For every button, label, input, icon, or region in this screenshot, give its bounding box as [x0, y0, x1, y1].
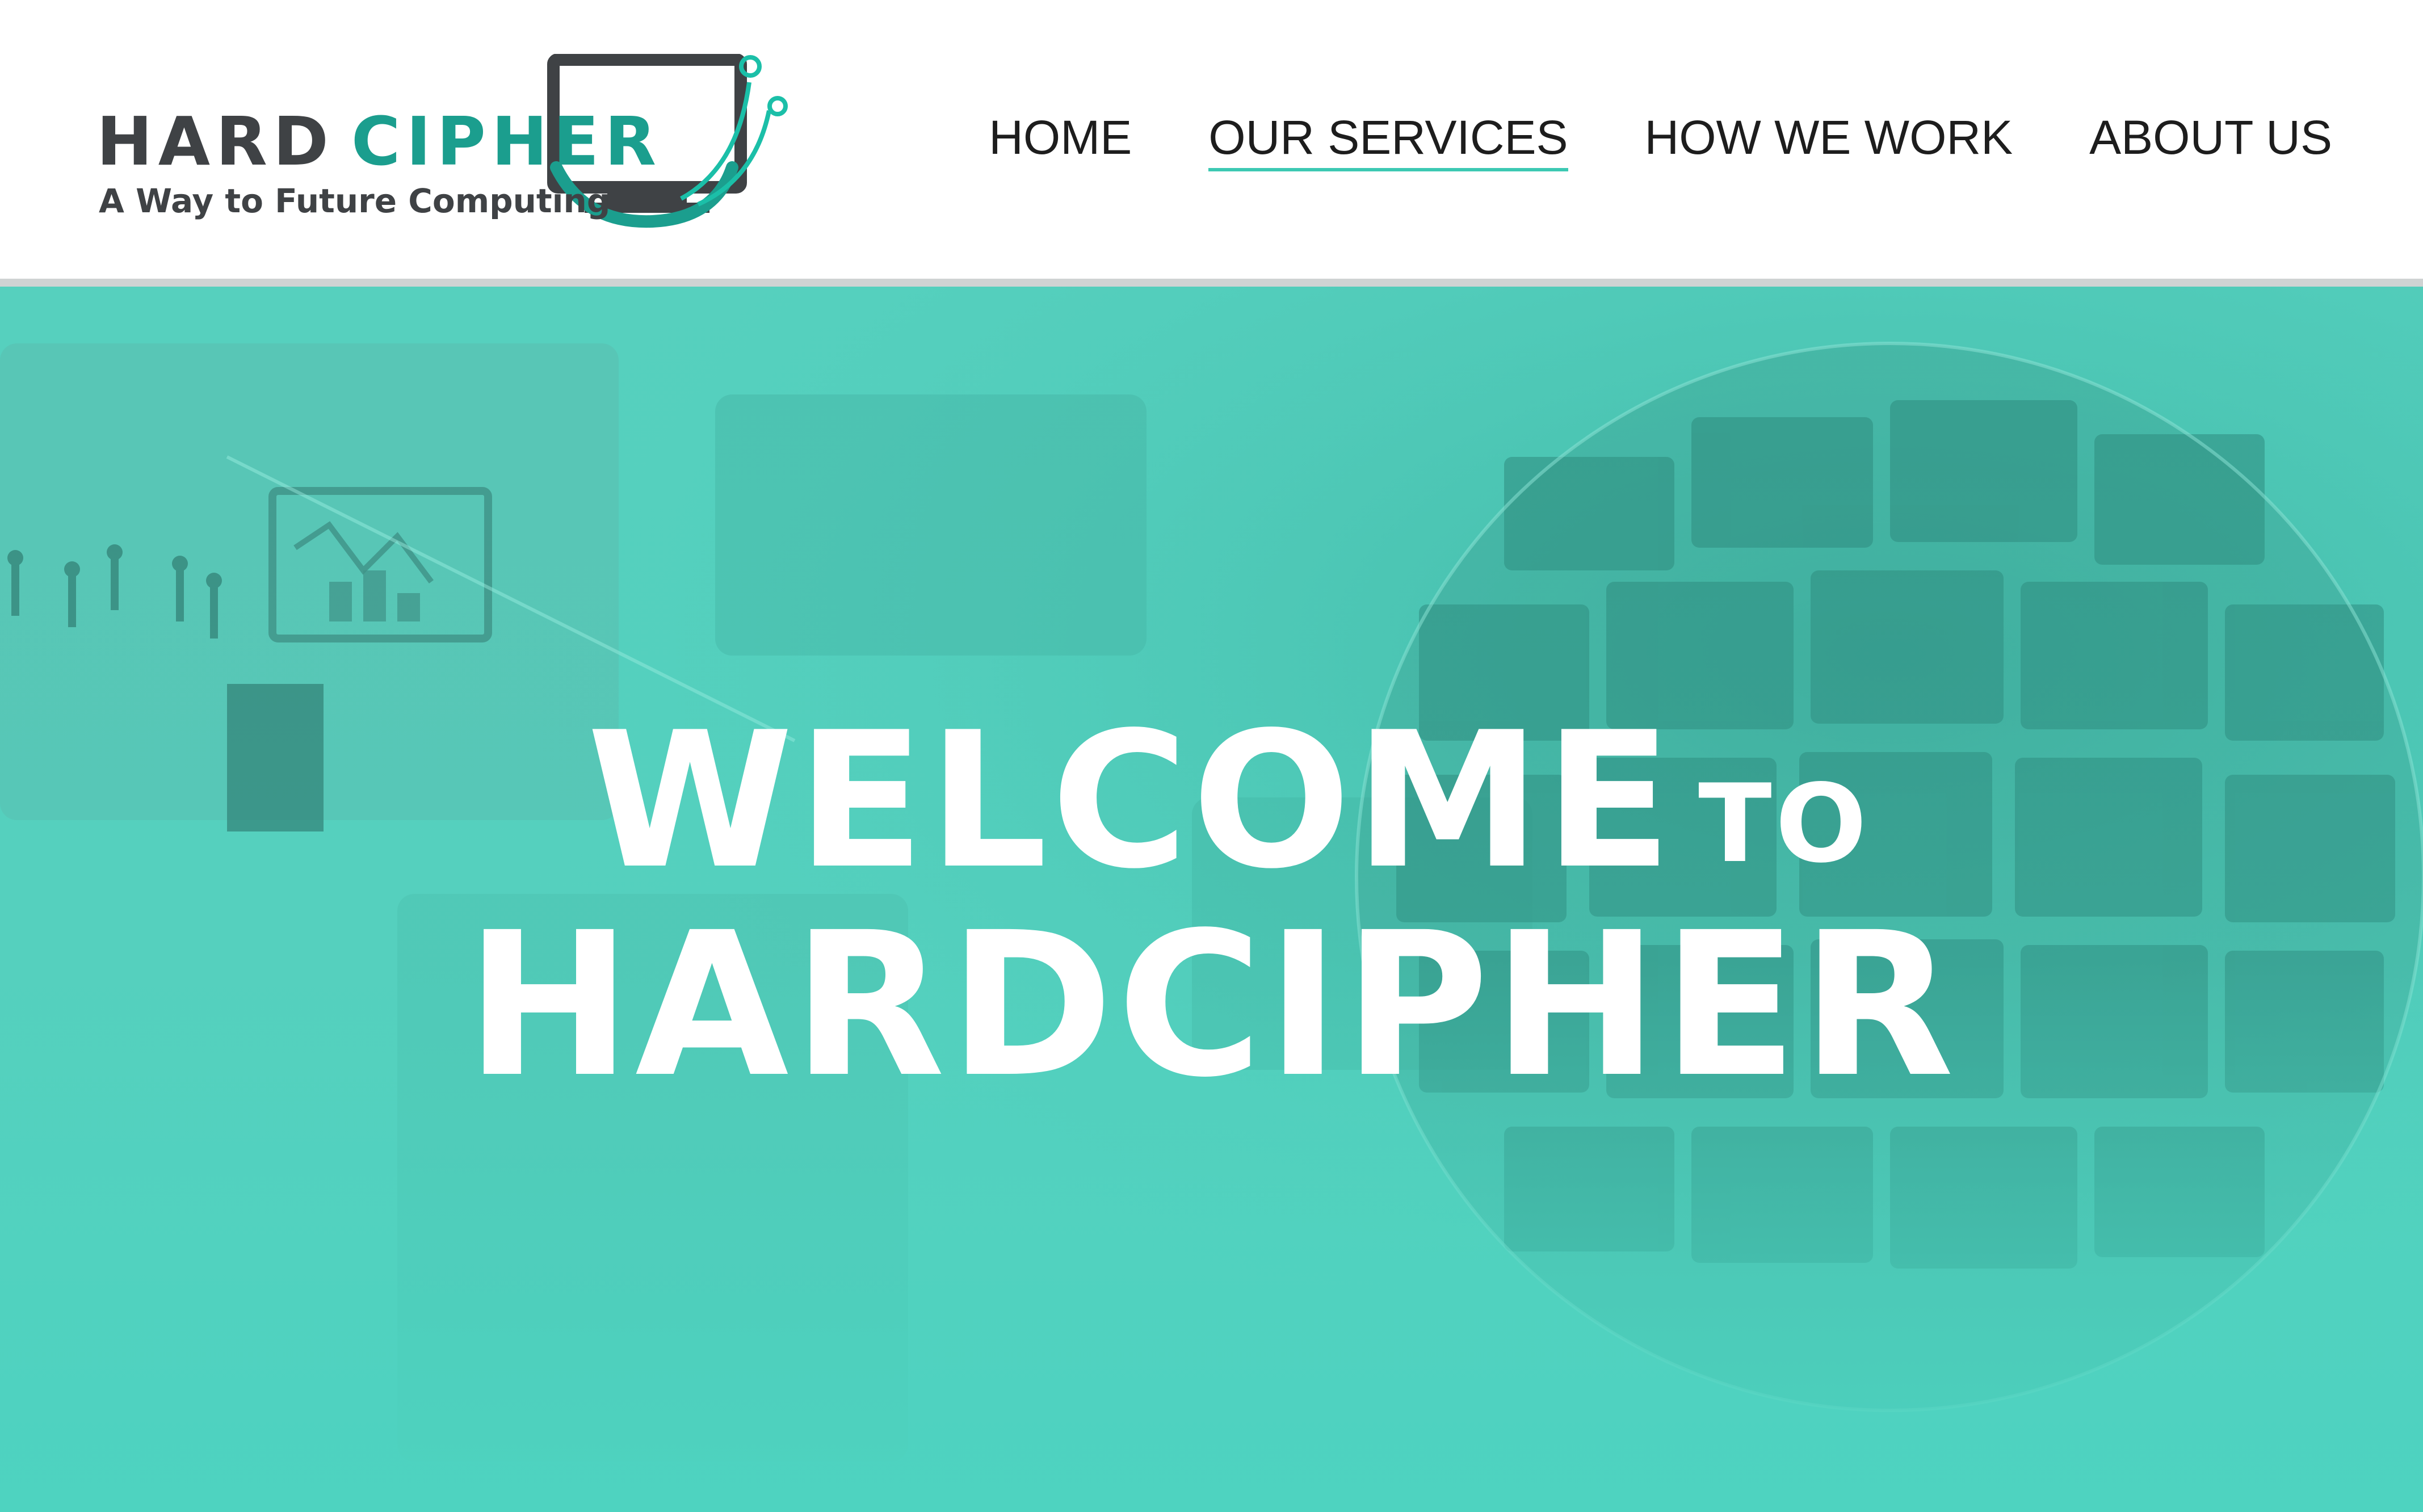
logo-wordmark: HARD CIPHER [96, 108, 662, 175]
hero-title: WELCOME TO HARDCIPHER [0, 707, 2423, 1104]
hero-title-welcome: WELCOME [586, 692, 1676, 910]
nav-about-us[interactable]: ABOUT US [2089, 114, 2332, 171]
hero-title-to: TO [1698, 761, 1871, 887]
nav-home[interactable]: HOME [989, 114, 1132, 171]
hero-title-line1: WELCOME TO [34, 707, 2423, 894]
logo-word-hard: HARD [96, 102, 334, 180]
site-logo[interactable]: HARD CIPHER A Way to Future Computing [96, 54, 800, 241]
site-header: HARD CIPHER A Way to Future Computing HOM… [0, 0, 2423, 287]
page: HARD CIPHER A Way to Future Computing HOM… [0, 0, 2423, 1512]
main-nav: HOME OUR SERVICES HOW WE WORK ABOUT US [912, 114, 2332, 171]
hero-title-brand: HARDCIPHER [465, 889, 1958, 1122]
logo-tagline: A Way to Future Computing [99, 182, 611, 220]
nav-our-services[interactable]: OUR SERVICES [1208, 114, 1568, 171]
hero-banner: WELCOME TO HARDCIPHER [0, 287, 2423, 1512]
logo-word-cipher: CIPHER [351, 102, 662, 180]
nav-how-we-work[interactable]: HOW WE WORK [1645, 114, 2013, 171]
